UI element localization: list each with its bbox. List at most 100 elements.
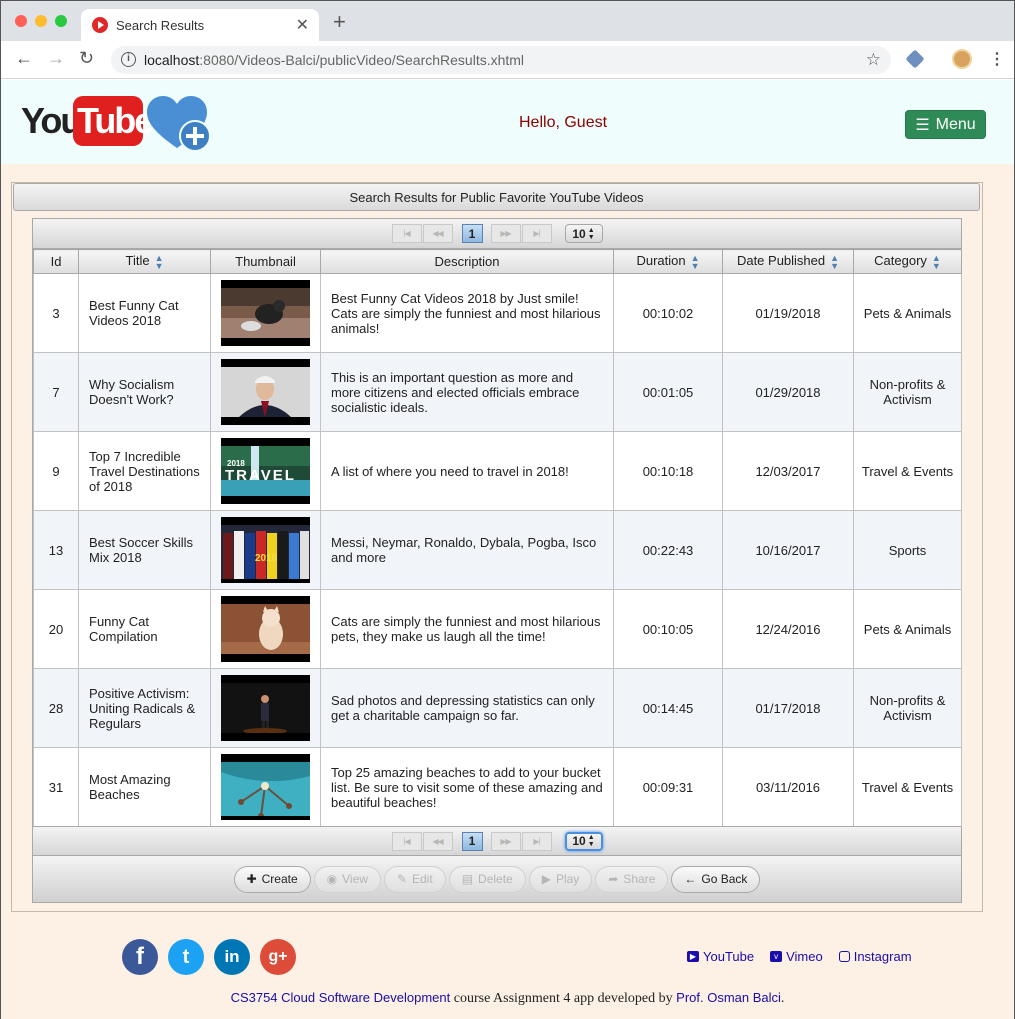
video-thumbnail[interactable]: 2018 TRAVEL [221, 438, 310, 504]
cell-duration: 00:22:43 [613, 510, 723, 590]
youtube-logo[interactable]: You Tube [21, 96, 154, 148]
video-thumbnail[interactable] [221, 596, 310, 662]
video-thumbnail[interactable] [221, 675, 310, 741]
video-thumbnail[interactable] [221, 280, 310, 346]
next-page-button[interactable]: ▶▶ [490, 224, 521, 243]
linkedin-icon[interactable]: in [214, 939, 250, 975]
next-page-button[interactable]: ▶▶ [490, 831, 521, 851]
first-page-button[interactable]: |◀ [391, 224, 422, 243]
browser-tab[interactable]: Search Results ✕ [81, 9, 319, 41]
delete-button[interactable]: ▤ Delete [448, 865, 526, 893]
travel-word-text: TRAVEL [225, 467, 296, 484]
first-page-button[interactable]: |◀ [391, 831, 422, 851]
column-header-thumbnail: Thumbnail [210, 249, 321, 274]
course-link[interactable]: CS3754 Cloud Software Development [231, 990, 451, 1005]
cell-id: 7 [33, 352, 79, 432]
rows-per-page-select[interactable]: 10 ▲ ▼ [564, 831, 603, 851]
cell-description: Top 25 amazing beaches to add to your bu… [320, 747, 614, 827]
cell-title: Funny Cat Compilation [78, 589, 211, 669]
footer-text: CS3754 Cloud Software Development course… [1, 990, 1014, 1007]
cell-date: 01/19/2018 [722, 273, 854, 353]
window-minimize-button[interactable] [35, 15, 47, 27]
instagram-link[interactable]: Instagram [838, 949, 912, 964]
share-button[interactable]: ➦ Share [595, 865, 669, 893]
facebook-icon[interactable]: f [122, 939, 158, 975]
table-row[interactable]: 7 Why Socialism Doesn't Work? This is an… [33, 352, 962, 432]
sort-icon[interactable]: ▲ ▼ [932, 253, 941, 270]
edit-button[interactable]: ✎ Edit [383, 865, 446, 893]
new-tab-button[interactable]: + [333, 11, 346, 33]
table-row[interactable]: 20 Funny Cat Compilation Cats are simply… [33, 589, 962, 669]
cell-category: Pets & Animals [853, 589, 962, 669]
cell-title: Why Socialism Doesn't Work? [78, 352, 211, 432]
cell-date: 10/16/2017 [722, 510, 854, 590]
prev-page-button[interactable]: ◀◀ [422, 224, 453, 243]
profile-avatar[interactable] [952, 49, 972, 69]
logo-tube-box: Tube [73, 96, 154, 146]
cell-thumbnail [210, 747, 321, 827]
table-row[interactable]: 28 Positive Activism: Uniting Radicals &… [33, 668, 962, 748]
cell-title: Best Funny Cat Videos 2018 [78, 273, 211, 353]
view-button[interactable]: ◉ View [313, 865, 381, 893]
browser-menu-icon[interactable]: ⋮ [989, 49, 1005, 69]
google-plus-icon[interactable]: g+ [260, 939, 296, 975]
video-thumbnail[interactable] [221, 754, 310, 820]
cell-description: Best Funny Cat Videos 2018 by Just smile… [320, 273, 614, 353]
window-close-button[interactable] [15, 15, 27, 27]
cell-date: 12/24/2016 [722, 589, 854, 669]
sort-icon[interactable]: ▲ ▼ [155, 253, 164, 270]
table-row[interactable]: 9 Top 7 Incredible Travel Destinations o… [33, 431, 962, 511]
play-button[interactable]: ▶ Play [528, 865, 593, 893]
delete-label: Delete [478, 872, 513, 886]
youtube-link[interactable]: ▶ YouTube [687, 949, 754, 964]
sort-icon[interactable]: ▲ ▼ [830, 253, 839, 270]
prev-page-button[interactable]: ◀◀ [422, 831, 453, 851]
reload-icon[interactable]: ↻ [79, 49, 94, 67]
tab-close-icon[interactable]: ✕ [296, 15, 309, 35]
rows-per-page-select[interactable]: 10 ▲ ▼ [564, 224, 603, 243]
plus-icon: ✚ [246, 872, 257, 886]
page-1-button[interactable]: 1 [461, 831, 483, 851]
create-button[interactable]: ✚ Create [233, 865, 311, 893]
table-row[interactable]: 31 Most Amazing Beaches Top 25 amazing b… [33, 747, 962, 827]
table-row[interactable]: 3 Best Funny Cat Videos 2018 Best Funny … [33, 273, 962, 353]
go-back-button[interactable]: ← Go Back [671, 865, 761, 893]
cell-duration: 00:10:18 [613, 431, 723, 511]
sort-icon[interactable]: ▲ ▼ [691, 253, 700, 270]
site-info-icon[interactable]: i [121, 52, 136, 67]
page-1-button[interactable]: 1 [461, 224, 483, 243]
column-header-category[interactable]: Category ▲ ▼ [853, 249, 962, 274]
column-header-description: Description [320, 249, 614, 274]
cell-thumbnail: 2018 TRAVEL [210, 431, 321, 511]
cell-title: Most Amazing Beaches [78, 747, 211, 827]
forward-arrow-icon[interactable]: → [47, 49, 65, 67]
column-header-date-published[interactable]: Date Published ▲ ▼ [722, 249, 854, 274]
twitter-icon[interactable]: t [168, 939, 204, 975]
author-link[interactable]: Prof. Osman Balci [676, 990, 781, 1005]
last-page-button[interactable]: ▶| [521, 224, 552, 243]
menu-button[interactable]: ☰ Menu [905, 110, 986, 139]
window-maximize-button[interactable] [55, 15, 67, 27]
instagram-link-label: Instagram [853, 949, 912, 964]
video-thumbnail[interactable]: 2018 [221, 517, 310, 583]
column-header-title[interactable]: Title ▲ ▼ [78, 249, 211, 274]
vimeo-link[interactable]: v Vimeo [770, 949, 823, 964]
paginator-bottom: |◀ ◀◀ 1 ▶▶ ▶| 10 ▲ ▼ [33, 826, 961, 856]
address-bar[interactable]: i localhost:8080/Videos-Balci/publicVide… [111, 46, 891, 74]
column-label: Category [874, 253, 927, 269]
browser-tabstrip: Search Results ✕ + [1, 1, 1014, 41]
cell-title: Top 7 Incredible Travel Destinations of … [78, 431, 211, 511]
select-arrows-icon: ▲ ▼ [587, 834, 595, 848]
share-label: Share [623, 872, 656, 886]
eye-icon: ◉ [326, 872, 338, 886]
extension-cube-icon[interactable] [905, 49, 925, 69]
bookmark-star-icon[interactable]: ☆ [866, 50, 881, 70]
column-label: Thumbnail [235, 254, 296, 269]
table-row[interactable]: 13 Best Soccer Skills Mix 2018 2018 Mess… [33, 510, 962, 590]
column-header-duration[interactable]: Duration ▲ ▼ [613, 249, 723, 274]
video-thumbnail[interactable] [221, 359, 310, 425]
last-page-button[interactable]: ▶| [521, 831, 552, 851]
back-arrow-icon[interactable]: ← [15, 49, 33, 67]
cell-date: 01/29/2018 [722, 352, 854, 432]
cell-description: Messi, Neymar, Ronaldo, Dybala, Pogba, I… [320, 510, 614, 590]
